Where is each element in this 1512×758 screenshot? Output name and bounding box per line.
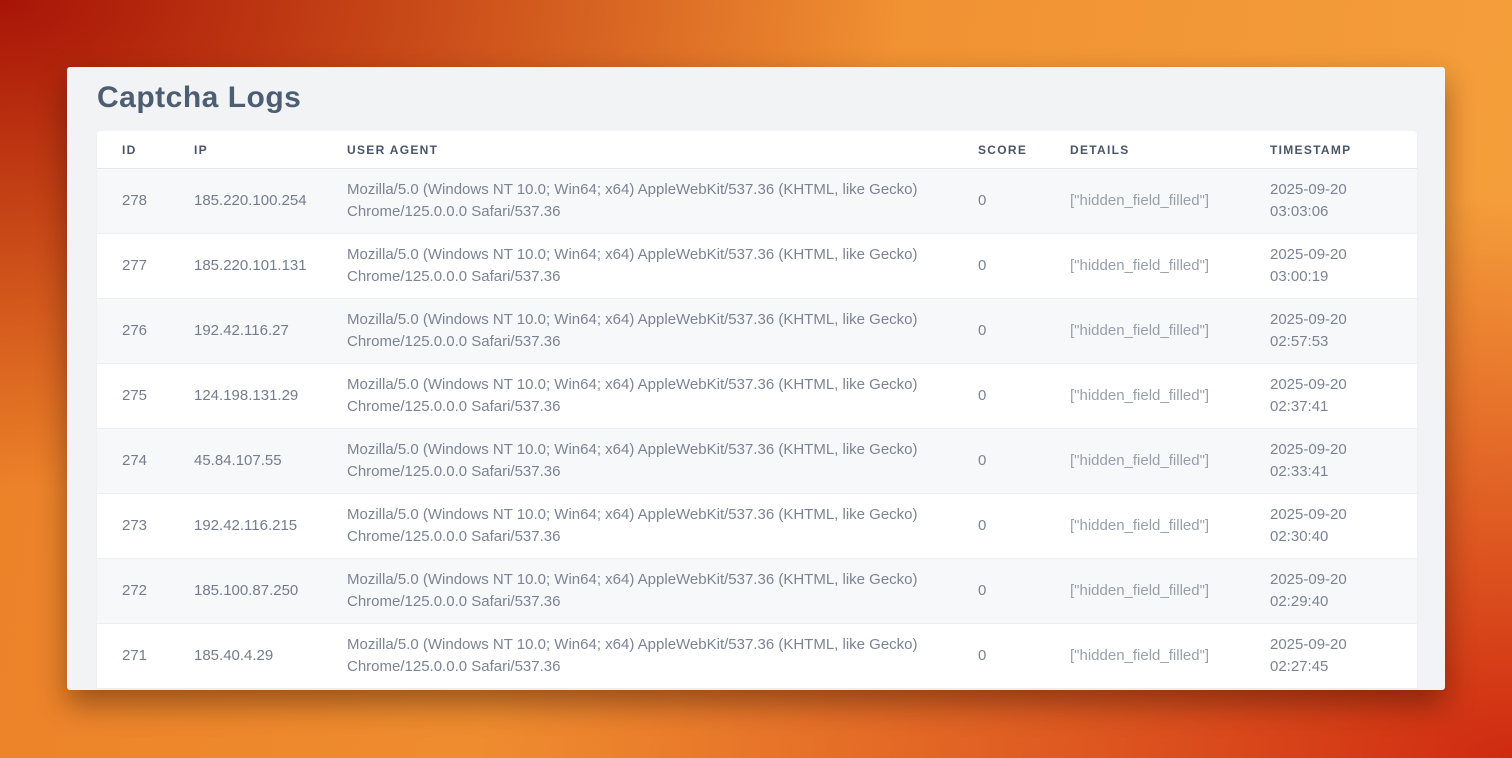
cell-score: 0 [953,234,1045,299]
cell-ip: 192.42.116.27 [169,299,322,364]
table-row: 273192.42.116.215Mozilla/5.0 (Windows NT… [97,494,1417,559]
cell-ip: 185.40.4.29 [169,624,322,689]
captcha-logs-table: ID IP USER AGENT SCORE DETAILS TIMESTAMP… [97,131,1417,689]
column-header-id: ID [97,131,169,169]
cell-ip: 185.220.101.131 [169,234,322,299]
cell-timestamp: 2025-09-20 02:33:41 [1245,429,1417,494]
cell-user_agent: Mozilla/5.0 (Windows NT 10.0; Win64; x64… [322,429,953,494]
cell-id: 275 [97,364,169,429]
cell-id: 277 [97,234,169,299]
cell-details: ["hidden_field_filled"] [1045,429,1245,494]
cell-id: 273 [97,494,169,559]
cell-details: ["hidden_field_filled"] [1045,364,1245,429]
cell-user_agent: Mozilla/5.0 (Windows NT 10.0; Win64; x64… [322,234,953,299]
cell-id: 278 [97,169,169,234]
cell-user_agent: Mozilla/5.0 (Windows NT 10.0; Win64; x64… [322,364,953,429]
cell-id: 272 [97,559,169,624]
cell-ip: 185.220.100.254 [169,169,322,234]
cell-timestamp: 2025-09-20 03:00:19 [1245,234,1417,299]
table-row: 278185.220.100.254Mozilla/5.0 (Windows N… [97,169,1417,234]
cell-timestamp: 2025-09-20 02:27:45 [1245,624,1417,689]
cell-score: 0 [953,299,1045,364]
cell-ip: 124.198.131.29 [169,364,322,429]
cell-score: 0 [953,429,1045,494]
cell-score: 0 [953,364,1045,429]
cell-details: ["hidden_field_filled"] [1045,624,1245,689]
table-row: 27445.84.107.55Mozilla/5.0 (Windows NT 1… [97,429,1417,494]
cell-timestamp: 2025-09-20 02:37:41 [1245,364,1417,429]
cell-ip: 185.100.87.250 [169,559,322,624]
cell-details: ["hidden_field_filled"] [1045,169,1245,234]
table-row: 275124.198.131.29Mozilla/5.0 (Windows NT… [97,364,1417,429]
cell-id: 271 [97,624,169,689]
table-header-row: ID IP USER AGENT SCORE DETAILS TIMESTAMP [97,131,1417,169]
cell-user_agent: Mozilla/5.0 (Windows NT 10.0; Win64; x64… [322,559,953,624]
cell-user_agent: Mozilla/5.0 (Windows NT 10.0; Win64; x64… [322,624,953,689]
table-body: 278185.220.100.254Mozilla/5.0 (Windows N… [97,169,1417,689]
cell-id: 274 [97,429,169,494]
cell-user_agent: Mozilla/5.0 (Windows NT 10.0; Win64; x64… [322,494,953,559]
cell-score: 0 [953,559,1045,624]
cell-details: ["hidden_field_filled"] [1045,559,1245,624]
page-title: Captcha Logs [97,81,1415,114]
column-header-score: SCORE [953,131,1045,169]
cell-ip: 192.42.116.215 [169,494,322,559]
cell-details: ["hidden_field_filled"] [1045,494,1245,559]
cell-details: ["hidden_field_filled"] [1045,299,1245,364]
table-row: 272185.100.87.250Mozilla/5.0 (Windows NT… [97,559,1417,624]
cell-score: 0 [953,169,1045,234]
table-header: ID IP USER AGENT SCORE DETAILS TIMESTAMP [97,131,1417,169]
captcha-logs-card: Captcha Logs ID IP USER AGENT SCORE DETA… [67,67,1445,690]
cell-timestamp: 2025-09-20 03:03:06 [1245,169,1417,234]
cell-score: 0 [953,494,1045,559]
cell-timestamp: 2025-09-20 02:30:40 [1245,494,1417,559]
cell-user_agent: Mozilla/5.0 (Windows NT 10.0; Win64; x64… [322,299,953,364]
cell-timestamp: 2025-09-20 02:29:40 [1245,559,1417,624]
cell-score: 0 [953,624,1045,689]
column-header-user-agent: USER AGENT [322,131,953,169]
cell-id: 276 [97,299,169,364]
table-row: 271185.40.4.29Mozilla/5.0 (Windows NT 10… [97,624,1417,689]
table-row: 277185.220.101.131Mozilla/5.0 (Windows N… [97,234,1417,299]
column-header-timestamp: TIMESTAMP [1245,131,1417,169]
column-header-details: DETAILS [1045,131,1245,169]
table-row: 276192.42.116.27Mozilla/5.0 (Windows NT … [97,299,1417,364]
cell-timestamp: 2025-09-20 02:57:53 [1245,299,1417,364]
column-header-ip: IP [169,131,322,169]
cell-user_agent: Mozilla/5.0 (Windows NT 10.0; Win64; x64… [322,169,953,234]
cell-details: ["hidden_field_filled"] [1045,234,1245,299]
cell-ip: 45.84.107.55 [169,429,322,494]
